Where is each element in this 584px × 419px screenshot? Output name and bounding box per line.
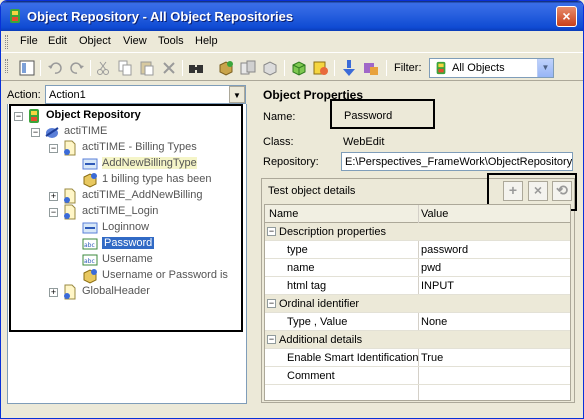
menu-file[interactable]: File [20,35,38,47]
grid-section-row[interactable]: − Description properties [265,223,570,241]
copy-repository-icon[interactable] [239,59,257,77]
repository-field[interactable]: E:\Perspectives_FrameWork\ObjectReposito… [341,152,573,171]
toolbar-separator [90,60,91,76]
grid-row[interactable]: Type , Value None [265,313,570,331]
localize-icon[interactable] [261,59,279,77]
webedit-icon: abc [82,238,98,250]
expand-icon[interactable]: + [49,192,58,201]
page-icon [64,204,76,220]
page-icon [64,140,76,156]
find-icon[interactable] [187,59,205,77]
toolbar-separator [40,60,41,76]
collapse-icon[interactable]: − [267,299,276,308]
collapse-icon[interactable]: − [49,208,58,217]
menu-view[interactable]: View [123,35,147,47]
column-header-value[interactable]: Value [421,208,448,220]
filter-label: Filter: [394,62,422,74]
repository-icon [436,61,446,75]
expand-icon[interactable]: + [49,288,58,297]
repository-value: E:\Perspectives_FrameWork\ObjectReposito… [345,156,573,168]
toolbar: Filter: All Objects ▼ [1,55,583,81]
window-title: Object Repository - All Object Repositor… [27,9,294,24]
title-bar[interactable]: Object Repository - All Object Repositor… [1,1,583,31]
object-repository-window: Object Repository - All Object Repositor… [0,0,584,419]
name-label: Name: [263,111,296,123]
copy-icon[interactable] [116,59,134,77]
repository-label: Repository: [263,156,319,168]
repository-icon [29,109,39,123]
toolbar-separator [386,60,387,76]
export-icon[interactable] [312,59,330,77]
grid-section-row[interactable]: − Additional details [265,331,570,349]
grid-row[interactable]: name pwd [265,259,570,277]
grid-row[interactable]: type password [265,241,570,259]
toolbar-grip [5,59,8,73]
menu-tools[interactable]: Tools [158,35,184,47]
page-icon [64,284,76,300]
collapse-icon[interactable]: − [49,144,58,153]
collapse-icon[interactable]: − [267,227,276,236]
class-value: WebEdit [343,136,385,148]
repository-icon [10,9,20,23]
action-label: Action: [7,89,41,101]
menu-object[interactable]: Object [79,35,111,47]
grid-row[interactable]: Comment [265,367,570,385]
toolbar-separator [284,60,285,76]
collapse-icon[interactable]: − [267,335,276,344]
collapse-icon[interactable]: − [14,112,23,121]
toolbar-separator [334,60,335,76]
link-icon [82,158,98,170]
properties-icon[interactable] [362,59,380,77]
name-highlight-box [330,99,435,129]
svg-text:abc: abc [84,258,95,265]
filter-dropdown[interactable]: All Objects ▼ [429,58,554,78]
delete-icon[interactable] [160,59,178,77]
menu-grip [5,35,8,49]
add-objects-icon[interactable] [217,59,235,77]
menu-help[interactable]: Help [195,35,218,47]
toolbar-separator [182,60,183,76]
webelement-icon [83,173,97,188]
object-spy-icon[interactable] [290,59,308,77]
properties-grid: Name Value − Description properties type… [264,204,571,401]
collapse-icon[interactable]: − [31,128,40,137]
column-header-name[interactable]: Name [269,208,298,220]
action-value: Action1 [49,89,86,101]
webelement-icon [83,269,97,284]
close-button[interactable]: × [556,6,577,27]
link-icon [82,222,98,234]
highlight-icon[interactable] [340,59,358,77]
browser-icon [45,127,59,138]
cut-icon[interactable] [94,59,112,77]
pane-splitter[interactable] [250,85,254,418]
undo-icon[interactable] [46,59,64,77]
grid-row[interactable]: html tag INPUT [265,277,570,295]
navigate-icon[interactable] [18,59,36,77]
page-icon [64,188,76,204]
webedit-icon: abc [82,254,98,266]
menu-bar: File Edit Object View Tools Help [1,31,583,53]
filter-value: All Objects [452,62,505,74]
chevron-down-icon[interactable]: ▼ [229,86,245,103]
grid-section-row[interactable]: − Ordinal identifier [265,295,570,313]
class-label: Class: [263,136,294,148]
grid-row[interactable]: Enable Smart Identification True [265,349,570,367]
paste-icon[interactable] [138,59,156,77]
menu-edit[interactable]: Edit [48,35,67,47]
redo-icon[interactable] [68,59,86,77]
chevron-down-icon[interactable]: ▼ [537,59,553,77]
action-dropdown[interactable]: Action1 ▼ [45,85,246,104]
svg-text:abc: abc [84,242,95,249]
test-object-details-title: Test object details [268,185,356,197]
